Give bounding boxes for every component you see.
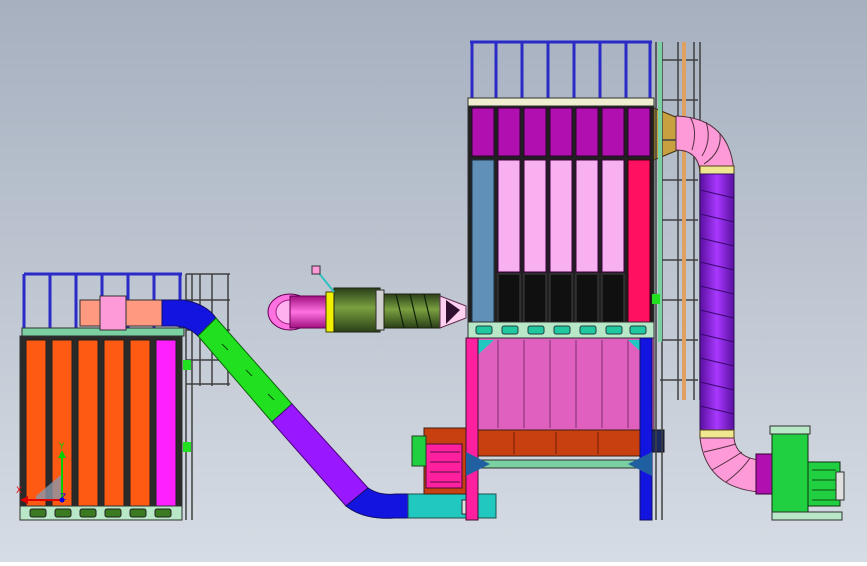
inlet-pink-pipe [289,295,331,329]
x-axis-label: X [16,486,23,496]
right-ladder-rail-accent [682,42,686,400]
fan-base [771,511,843,521]
clean-air-plenum [471,107,651,157]
support-leg-left [465,337,479,521]
main-dust-collector[interactable] [465,40,679,521]
fan-inlet-collar [755,453,773,495]
hopper-section [467,337,655,431]
dust-collector-assembly-drawing [0,0,867,562]
left-outlet-flange [99,295,127,331]
inlet-valve-flange [375,289,385,331]
rotary-valve-cap [411,435,427,467]
fan-housing [771,429,809,515]
main-top-deck [467,97,655,107]
cad-viewport[interactable]: Y X Z [0,0,867,562]
fan-motor-cap [835,471,845,501]
rotary-valve-motor [425,443,463,489]
conveyor-trough [407,493,497,519]
inlet-collar [325,291,335,333]
bottom-elbow-band [699,429,735,439]
right-ladder-clip [652,294,660,304]
z-axis-label: Z [60,493,67,503]
actuator-head [311,265,321,275]
fan-top-plate [769,425,811,435]
y-axis-label: Y [59,442,65,452]
filter-bags-upper [497,159,625,273]
inlet-chamber [627,159,651,323]
filter-bags-lower [497,273,625,323]
leg-cross-brace [477,459,641,469]
vertical-duct [699,173,735,431]
access-panel [471,159,495,323]
inlet-valve-body [333,287,381,333]
top-elbow-band [699,165,735,175]
fan-motor [807,461,841,507]
inlet-spiral-pipe [383,293,441,329]
ladder-clip-2 [183,442,191,452]
ladder-clip-1 [183,360,191,370]
support-leg-right [639,337,653,521]
